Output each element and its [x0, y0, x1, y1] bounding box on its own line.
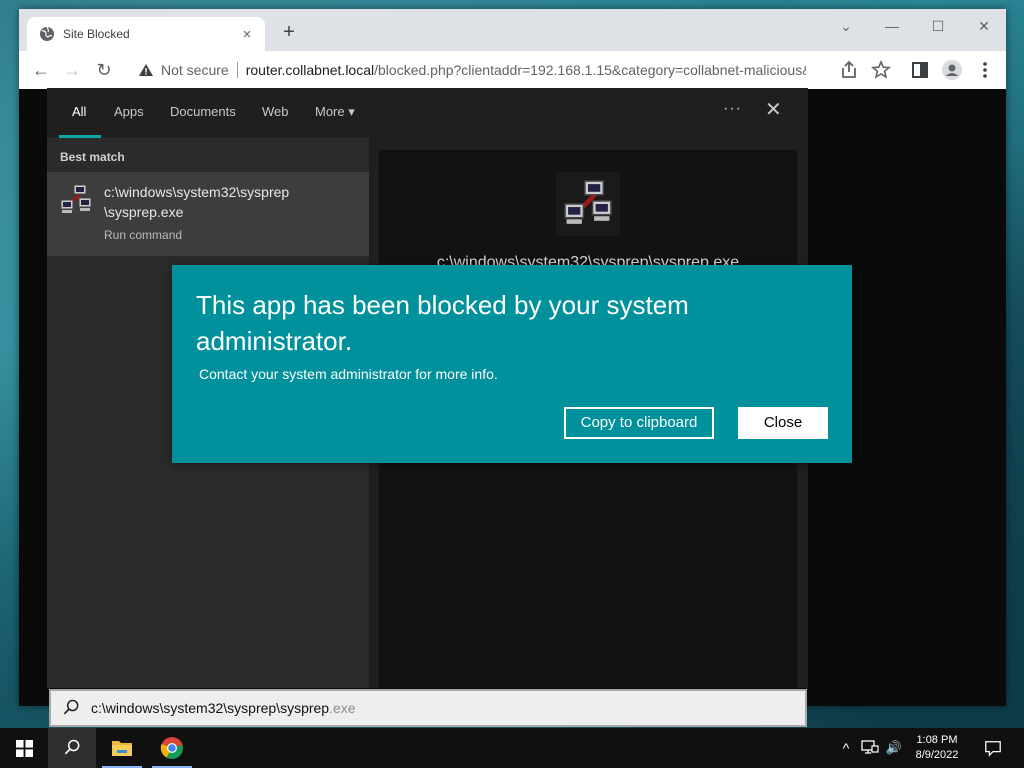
tab-all[interactable]: All: [72, 104, 86, 119]
back-button[interactable]: ←: [29, 58, 53, 82]
best-match-heading: Best match: [60, 150, 125, 164]
share-icon[interactable]: [837, 58, 861, 82]
security-status-label[interactable]: Not secure: [161, 62, 229, 78]
globe-icon: [40, 26, 54, 41]
bookmark-star-icon[interactable]: [869, 58, 893, 82]
result-title: c:\windows\system32\sysprep \sysprep.exe: [104, 182, 359, 222]
chrome-button[interactable]: [148, 728, 196, 768]
close-icon[interactable]: ✕: [765, 100, 782, 120]
file-explorer-button[interactable]: [98, 728, 146, 768]
start-button[interactable]: [0, 728, 48, 768]
action-center-button[interactable]: [978, 728, 1008, 768]
tab-web[interactable]: Web: [262, 104, 289, 119]
url-text[interactable]: router.collabnet.local/blocked.php?clien…: [246, 62, 806, 78]
network-computers-icon: [60, 184, 92, 213]
warning-icon[interactable]: [137, 62, 155, 78]
maximize-button[interactable]: ☐: [915, 13, 961, 41]
search-query-text[interactable]: c:\windows\system32\sysprep\sysprep.exe: [91, 700, 356, 716]
tab-more-label: More: [315, 104, 345, 119]
copy-to-clipboard-button[interactable]: Copy to clipboard: [564, 407, 714, 439]
clock[interactable]: 1:08 PM 8/9/2022: [904, 733, 970, 763]
preview-icon-frame: [556, 172, 620, 236]
tab-strip: Site Blocked × + ⌄ — ☐ ✕: [19, 9, 1006, 51]
url-domain: router.collabnet.local: [245, 62, 375, 78]
close-button[interactable]: Close: [738, 407, 828, 439]
result-subtitle: Run command: [104, 228, 183, 242]
more-options-icon[interactable]: ···: [723, 100, 742, 118]
search-icon: [63, 699, 79, 715]
profile-avatar-icon[interactable]: [940, 58, 964, 82]
volume-icon[interactable]: 🔊: [884, 728, 904, 768]
forward-button[interactable]: →: [60, 58, 84, 82]
minimize-button[interactable]: —: [869, 13, 915, 41]
address-separator: [236, 62, 238, 78]
notification-icon: [985, 741, 1001, 757]
dialog-title: This app has been blocked by your system…: [196, 290, 689, 356]
browser-toolbar: ← → ↻ Not secure router.collabnet.local/…: [19, 51, 1006, 89]
chevron-down-icon: ▾: [348, 104, 355, 119]
reload-button[interactable]: ↻: [92, 58, 116, 82]
address-bar[interactable]: Not secure router.collabnet.local/blocke…: [131, 56, 837, 84]
new-tab-button[interactable]: +: [277, 21, 301, 45]
tab-close-icon[interactable]: ×: [239, 26, 255, 43]
taskbar-search-button[interactable]: [48, 728, 96, 768]
search-query-typed: c:\windows\system32\sysprep\sysprep: [91, 700, 330, 716]
tab-documents[interactable]: Documents: [170, 104, 236, 119]
taskbar: ^ 🔊 1:08 PM 8/9/2022: [0, 728, 1024, 768]
side-panel-icon[interactable]: [908, 58, 932, 82]
result-title-line1: c:\windows\system32\sysprep: [104, 184, 290, 200]
search-icon: [64, 739, 80, 755]
tab-more[interactable]: More ▾: [315, 104, 355, 120]
tray-overflow-chevron-icon[interactable]: ^: [836, 728, 856, 768]
result-title-line2: \sysprep.exe: [104, 204, 184, 220]
clock-time: 1:08 PM: [916, 734, 958, 746]
best-match-result[interactable]: c:\windows\system32\sysprep \sysprep.exe…: [47, 172, 369, 256]
dialog-message: Contact your system administrator for mo…: [199, 366, 498, 382]
folder-icon: [112, 741, 132, 756]
search-box[interactable]: c:\windows\system32\sysprep\sysprep.exe: [49, 689, 807, 727]
tab-apps[interactable]: Apps: [114, 104, 144, 119]
search-filter-tabs: All Apps Documents Web More ▾ ··· ✕: [47, 88, 808, 138]
search-query-autocomplete: .exe: [329, 700, 356, 716]
clock-date: 8/9/2022: [915, 749, 959, 761]
tab-title: Site Blocked: [63, 27, 130, 41]
browser-tab[interactable]: Site Blocked ×: [27, 17, 265, 51]
network-computers-icon: [564, 180, 612, 224]
network-icon[interactable]: [860, 738, 880, 758]
app-blocked-dialog: This app has been blocked by your system…: [172, 265, 852, 463]
window-close-button[interactable]: ✕: [961, 13, 1007, 41]
tab-search-chevron-icon[interactable]: ⌄: [823, 13, 869, 41]
url-path: /blocked.php?clientaddr=192.168.1.15&cat…: [374, 62, 806, 78]
windows-logo-icon: [15, 739, 33, 757]
chrome-icon: [160, 737, 183, 759]
menu-kebab-icon[interactable]: [973, 58, 997, 82]
